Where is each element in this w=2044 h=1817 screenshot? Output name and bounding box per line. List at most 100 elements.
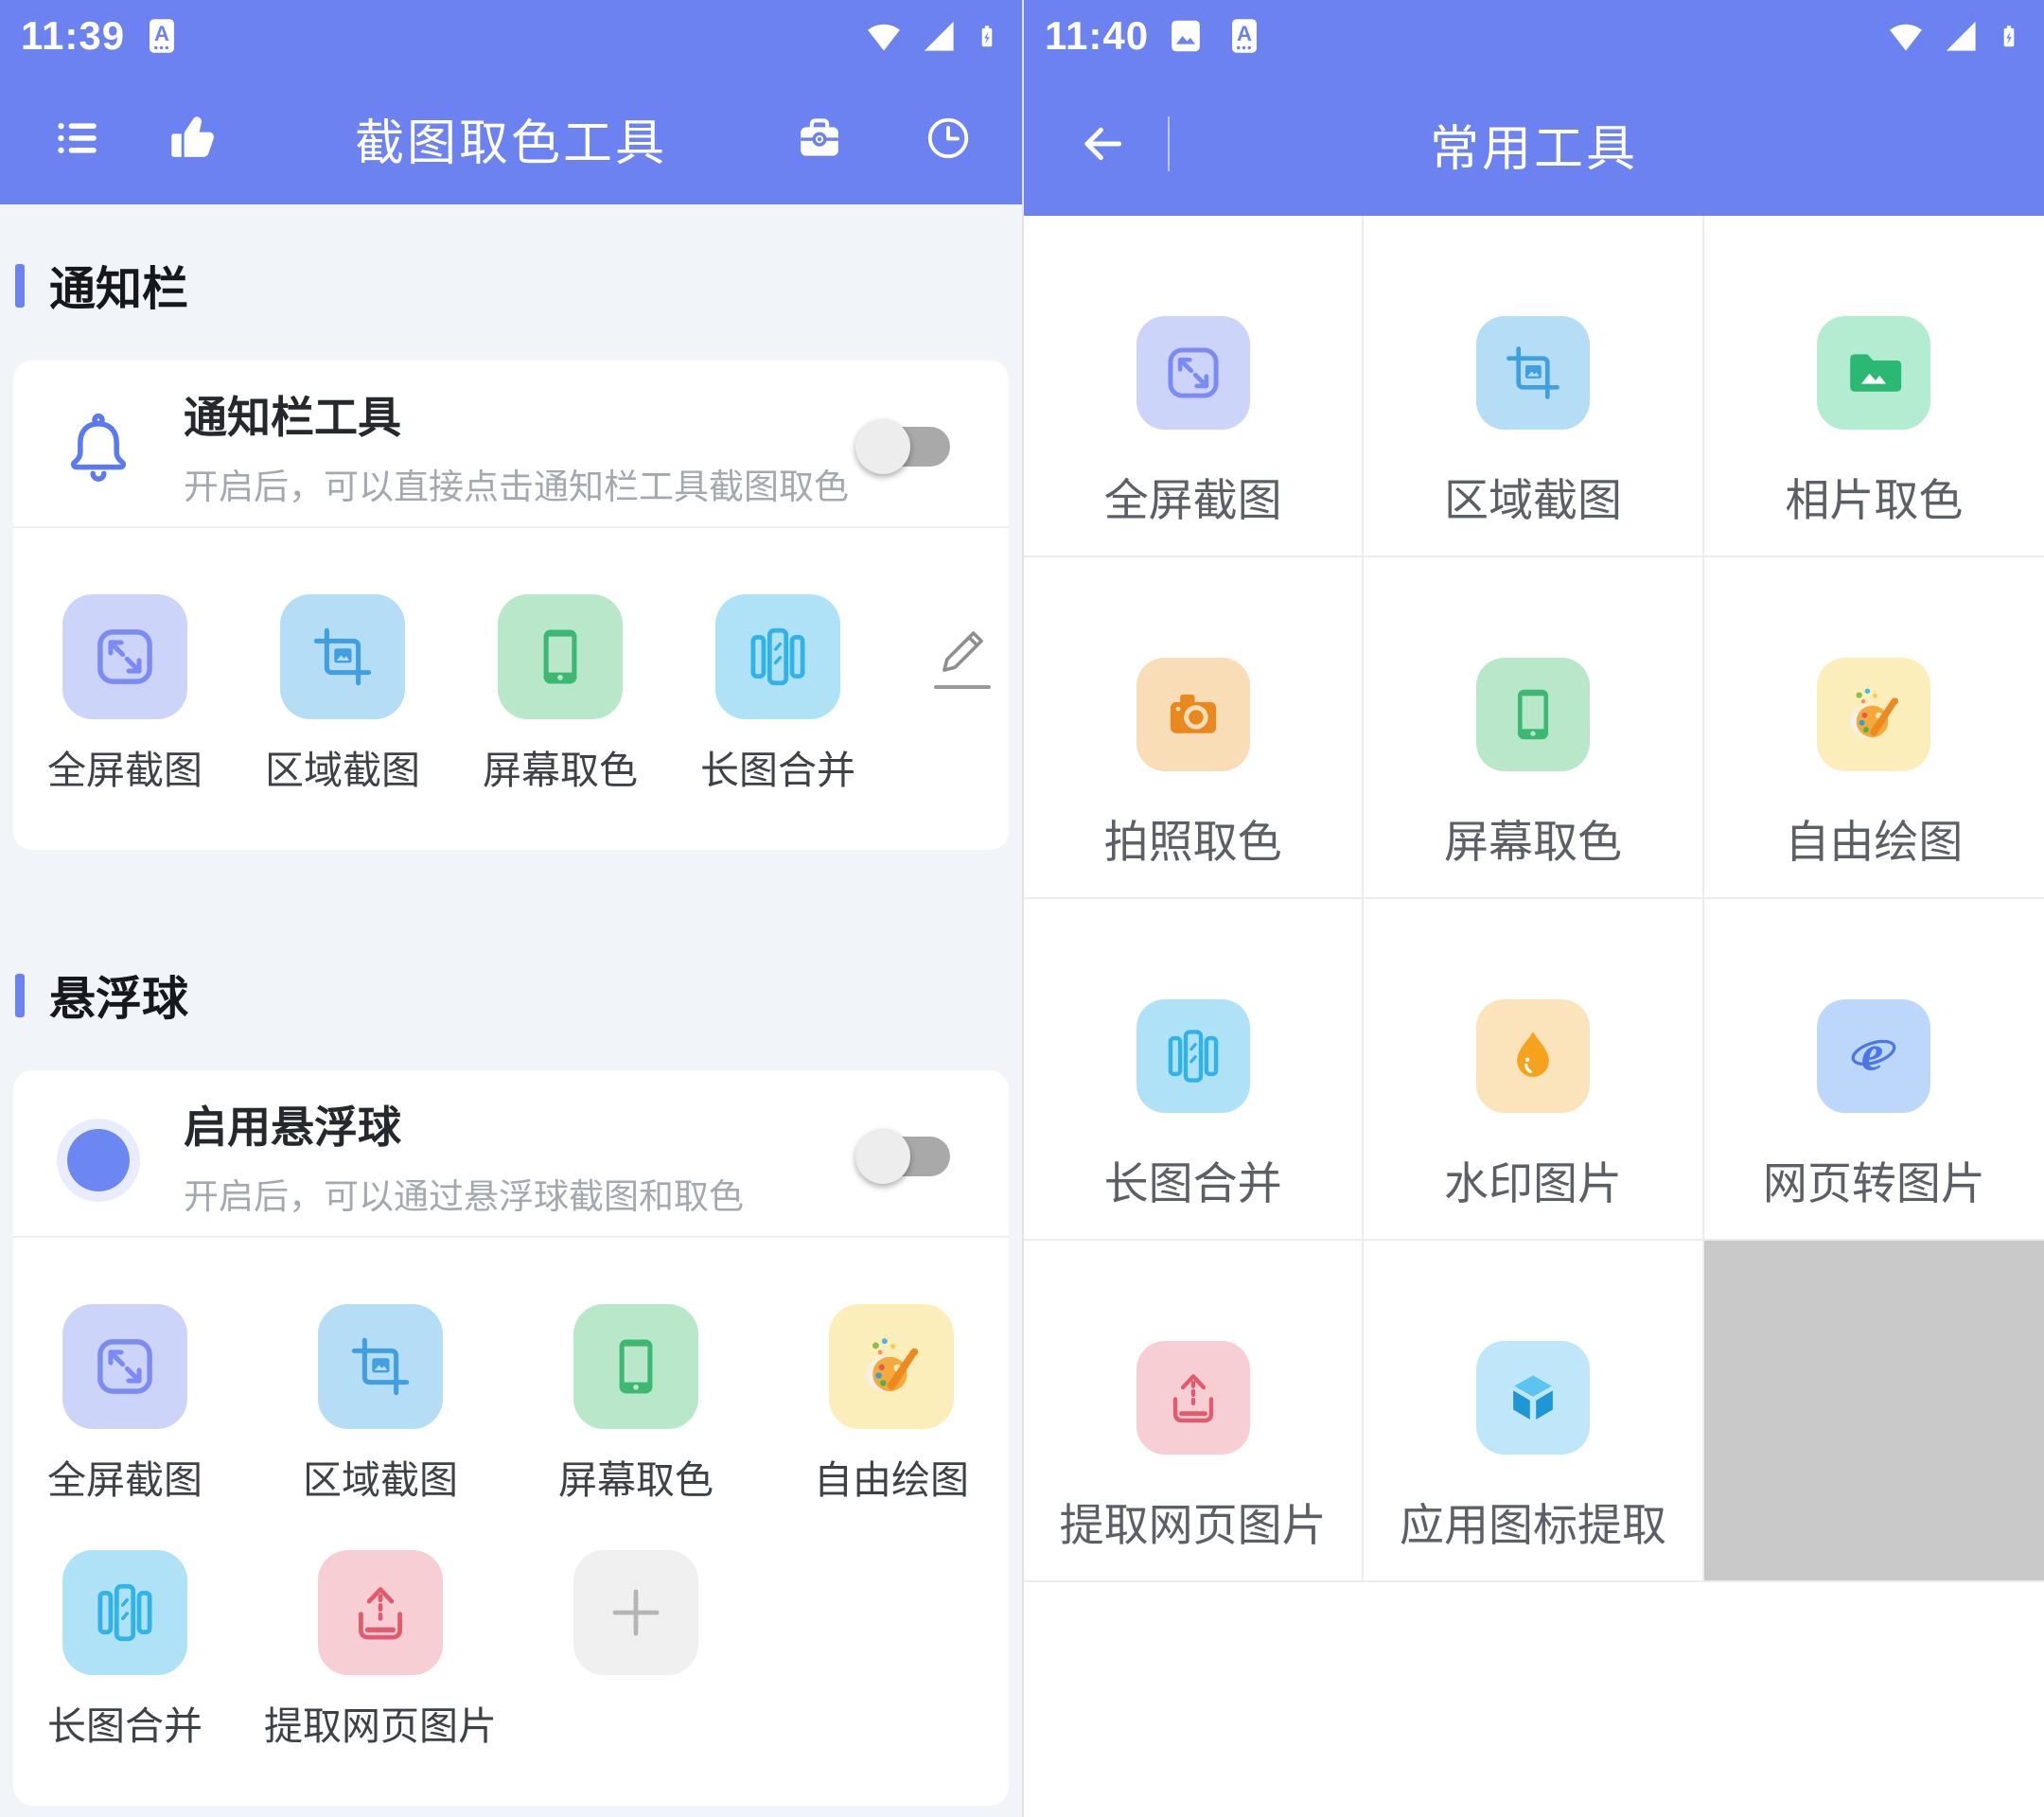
bell-icon: [61, 407, 136, 486]
tool-screen-color-picker[interactable]: 屏幕取色: [573, 1304, 698, 1505]
signal-icon: [918, 15, 960, 57]
grid-item-app-icon-extract[interactable]: 应用图标提取: [1364, 1241, 1703, 1582]
back-arrow-icon[interactable]: [1075, 117, 1128, 170]
section-accent-bar: [15, 264, 25, 308]
grid-item-label: 相片取色: [1785, 464, 1963, 529]
tool-long-image-merge[interactable]: 长图合并: [715, 594, 840, 795]
fullscreen-screenshot-icon: [62, 594, 187, 719]
region-screenshot-icon: [280, 594, 405, 719]
notification-tool-row: 通知栏工具 开启后，可以直接点击通知栏工具截图取色: [13, 361, 1009, 509]
floating-ball-card: 启用悬浮球 开启后，可以通过悬浮球截图和取色 全屏截图 区域截图 屏幕取色: [13, 1070, 1009, 1806]
app-bar: 11:40 常用工具: [1024, 0, 2044, 216]
grid-item-label: 自由绘图: [1785, 805, 1963, 871]
grid-item-fullscreen-screenshot[interactable]: 全屏截图: [1024, 216, 1364, 557]
grid-item-label: 网页转图片: [1763, 1147, 1985, 1212]
edit-tools-button[interactable]: [933, 623, 992, 689]
card-subtitle: 开启后，可以通过悬浮球截图和取色: [184, 1168, 855, 1219]
tool-region-screenshot[interactable]: 区域截图: [318, 1304, 443, 1505]
a-app-badge-icon: [140, 12, 184, 60]
grid-item-screen-color-picker[interactable]: 屏幕取色: [1364, 557, 1703, 899]
tool-label: 区域截图: [265, 738, 420, 795]
status-time: 11:39: [21, 13, 125, 59]
tool-screen-color-picker[interactable]: 屏幕取色: [498, 594, 623, 795]
section-floating-ball: 悬浮球: [15, 961, 1022, 1029]
region-screenshot-icon: [318, 1304, 443, 1429]
tool-label: 长图合并: [700, 738, 855, 795]
tool-region-screenshot[interactable]: 区域截图: [280, 594, 405, 795]
toolbox-icon[interactable]: [793, 112, 846, 165]
tool-fullscreen-screenshot[interactable]: 全屏截图: [62, 1304, 187, 1505]
divider: [13, 526, 1009, 528]
screen-common-tools: 11:40 常用工具 全屏截图 区域截图 相片取色: [1022, 0, 2044, 1817]
tool-label: 自由绘图: [814, 1448, 969, 1505]
screen-color-picker-icon: [573, 1304, 698, 1429]
floating-ball-row: 启用悬浮球 开启后，可以通过悬浮球截图和取色: [13, 1070, 1009, 1219]
status-bar: 11:39: [0, 0, 1022, 72]
grid-item-web-to-image[interactable]: 网页转图片: [1704, 899, 2044, 1241]
watermark-drop-icon: [1476, 999, 1590, 1113]
grid-item-region-screenshot[interactable]: 区域截图: [1364, 216, 1703, 557]
camera-color-picker-icon: [1137, 658, 1250, 771]
grid-item-free-drawing[interactable]: 自由绘图: [1704, 557, 2044, 899]
toggle-thumb: [855, 1129, 910, 1184]
grid-item-label: 应用图标提取: [1400, 1489, 1666, 1554]
screen-screenshot-tool-settings: 11:39 截图取色工具 通知栏 通知栏工具 开启后，可以: [0, 0, 1022, 1817]
grid-item-long-image-merge[interactable]: 长图合并: [1024, 899, 1364, 1241]
grid-item-label: 水印图片: [1444, 1147, 1622, 1212]
app-icon-extract-cube-icon: [1476, 1341, 1590, 1455]
screen-color-picker-icon: [498, 594, 623, 719]
long-image-merge-icon: [715, 594, 840, 719]
signal-icon: [1940, 15, 1982, 57]
tool-label: 全屏截图: [47, 738, 203, 795]
status-bar: 11:40: [1024, 0, 2044, 72]
tool-long-image-merge[interactable]: 长图合并: [62, 1550, 187, 1751]
grid-item-camera-color-picker[interactable]: 拍照取色: [1024, 557, 1364, 899]
extract-web-images-icon: [318, 1550, 443, 1675]
add-tool-button[interactable]: [573, 1550, 698, 1675]
fullscreen-screenshot-icon: [1137, 316, 1250, 430]
tool-label: 提取网页图片: [264, 1694, 497, 1751]
edit-underline: [934, 685, 991, 689]
grid-item-photo-color-picker[interactable]: 相片取色: [1704, 216, 2044, 557]
long-image-merge-icon: [62, 1550, 187, 1675]
long-image-merge-icon: [1137, 999, 1250, 1113]
floating-ball-toggle[interactable]: [855, 1127, 950, 1186]
tool-extract-web-images[interactable]: 提取网页图片: [318, 1550, 443, 1751]
grid-placeholder-cell: [1704, 1241, 2044, 1582]
pencil-edit-icon: [933, 623, 992, 681]
card-title: 启用悬浮球: [184, 1093, 855, 1155]
list-menu-icon[interactable]: [51, 112, 104, 165]
section-title: 通知栏: [49, 252, 188, 319]
section-accent-bar: [15, 974, 25, 1017]
grid-item-label: 区域截图: [1444, 464, 1622, 529]
image-badge-icon: [1164, 12, 1207, 60]
grid-item-label: 全屏截图: [1104, 464, 1282, 529]
nav-bar: 常用工具: [1024, 72, 2044, 216]
tool-label: 区域截图: [303, 1448, 458, 1505]
notification-tool-card: 通知栏工具 开启后，可以直接点击通知栏工具截图取色 全屏截图 区域截图 屏幕取色: [13, 361, 1009, 850]
notification-tool-toggle[interactable]: [855, 417, 950, 476]
nav-divider: [1168, 116, 1170, 171]
grid-item-label: 屏幕取色: [1444, 805, 1622, 871]
history-clock-icon[interactable]: [922, 112, 975, 165]
thumbs-up-icon[interactable]: [167, 112, 220, 165]
tool-fullscreen-screenshot[interactable]: 全屏截图: [62, 594, 187, 795]
tool-label: 长图合并: [47, 1694, 203, 1751]
grid-item-watermark-image[interactable]: 水印图片: [1364, 899, 1703, 1241]
palette-drawing-icon: [829, 1304, 954, 1429]
tool-label: 全屏截图: [47, 1448, 203, 1505]
battery-charging-icon: [973, 15, 1001, 57]
toggle-thumb: [855, 419, 910, 474]
palette-drawing-icon: [1817, 658, 1930, 771]
tool-free-drawing[interactable]: 自由绘图: [829, 1304, 954, 1505]
section-notification-bar: 通知栏: [15, 252, 1022, 319]
wifi-icon: [1885, 15, 1927, 57]
card-title: 通知栏工具: [184, 383, 855, 446]
grid-item-extract-web-images[interactable]: 提取网页图片: [1024, 1241, 1364, 1582]
page-title: 截图取色工具: [0, 103, 1022, 174]
screen-color-picker-icon: [1476, 658, 1590, 771]
divider: [13, 1236, 1009, 1238]
section-title: 悬浮球: [49, 961, 188, 1029]
page-title: 常用工具: [1024, 109, 2044, 180]
extract-web-images-icon: [1137, 1341, 1250, 1455]
